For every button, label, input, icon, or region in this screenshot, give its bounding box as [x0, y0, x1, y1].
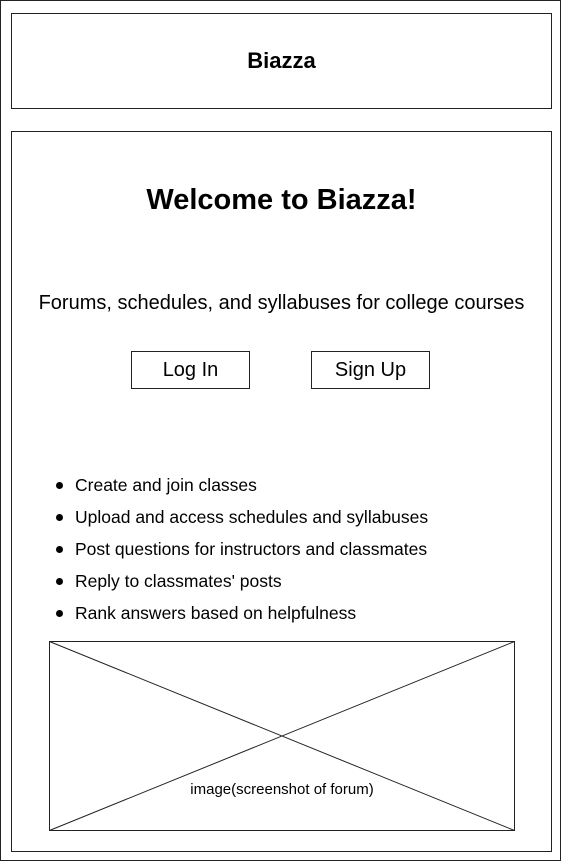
feature-text: Create and join classes	[75, 475, 257, 495]
feature-item: Post questions for instructors and class…	[52, 533, 428, 565]
bullet-icon	[56, 482, 63, 489]
feature-item: Rank answers based on helpfulness	[52, 597, 428, 629]
feature-item: Create and join classes	[52, 469, 428, 501]
feature-text: Rank answers based on helpfulness	[75, 603, 357, 623]
header: Biazza	[11, 13, 552, 109]
bullet-icon	[56, 610, 63, 617]
image-placeholder-caption: image(screenshot of forum)	[190, 781, 374, 798]
tagline: Forums, schedules, and syllabuses for co…	[38, 292, 525, 314]
signup-button[interactable]: Sign Up	[311, 351, 430, 389]
image-placeholder: image(screenshot of forum)	[49, 641, 515, 831]
bullet-icon	[56, 578, 63, 585]
feature-text: Post questions for instructors and class…	[75, 539, 428, 559]
login-button[interactable]: Log In	[131, 351, 250, 389]
feature-text: Upload and access schedules and syllabus…	[75, 507, 429, 527]
page-frame: Biazza Welcome to Biazza! Forums, schedu…	[0, 0, 561, 861]
image-placeholder-icon	[49, 641, 515, 831]
feature-item: Reply to classmates' posts	[52, 565, 428, 597]
feature-list: Create and join classes Upload and acces…	[52, 469, 428, 629]
bullet-icon	[56, 514, 63, 521]
feature-item: Upload and access schedules and syllabus…	[52, 501, 428, 533]
brand-title: Biazza	[247, 48, 316, 73]
bullet-icon	[56, 546, 63, 553]
main-panel: Welcome to Biazza! Forums, schedules, an…	[11, 131, 552, 852]
welcome-heading: Welcome to Biazza!	[146, 184, 417, 216]
feature-text: Reply to classmates' posts	[75, 571, 282, 591]
